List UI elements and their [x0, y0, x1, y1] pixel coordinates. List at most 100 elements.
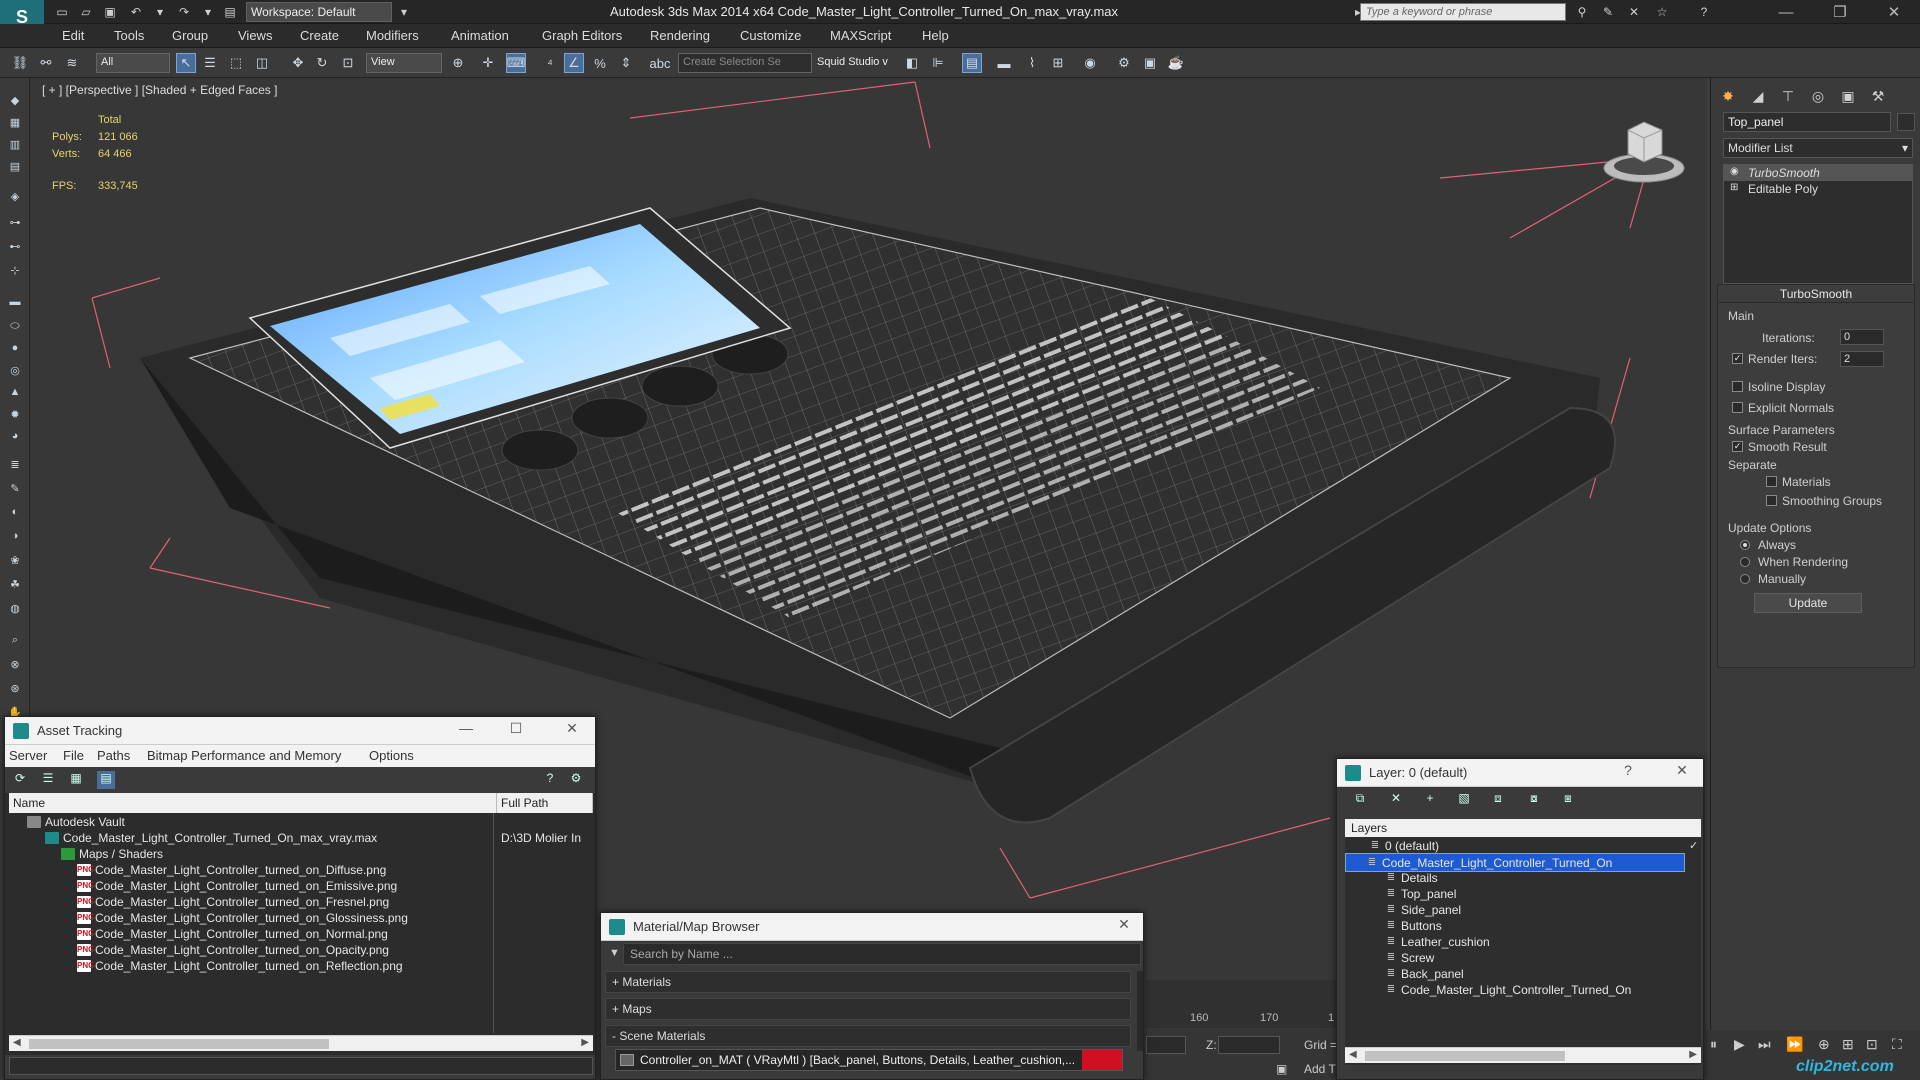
scene-material-item[interactable]: Controller_on_MAT ( VRayMtl ) [Back_pane…	[615, 1049, 1123, 1071]
cylinder-icon[interactable]: ⬭	[7, 318, 23, 334]
rect-selection-icon[interactable]: ⬚	[226, 53, 246, 73]
edit-tool-icon[interactable]: ▥	[7, 136, 23, 152]
time-slider-area[interactable]: 160 170 1	[1146, 980, 1336, 1028]
restore-icon[interactable]: ❐	[1818, 0, 1862, 24]
stack-item-turbosmooth[interactable]: ◉ TurboSmooth	[1724, 165, 1912, 181]
edit-named-selection-icon[interactable]: abc	[650, 53, 671, 73]
isoline-display-checkbox[interactable]	[1732, 381, 1743, 392]
hierarchy-tab-icon[interactable]: ⊤	[1775, 84, 1801, 108]
delete-layer-icon[interactable]: ✕	[1387, 791, 1405, 809]
menu-graph-editors[interactable]: Graph Editors	[542, 28, 622, 43]
menu-options[interactable]: Options	[369, 748, 414, 763]
create-tool-icon[interactable]: ◆	[7, 92, 23, 108]
selection-filter-dropdown[interactable]: All	[96, 53, 170, 73]
spinner-snap-icon[interactable]: ⇕	[616, 53, 636, 73]
cone-icon[interactable]: ▲	[7, 384, 23, 400]
always-radio[interactable]	[1740, 540, 1750, 550]
menu-file[interactable]: File	[63, 748, 84, 763]
browser-options-icon[interactable]: ▼	[609, 947, 620, 959]
object-name-field[interactable]: Top_panel	[1723, 112, 1891, 132]
turbosmooth-rollout-title[interactable]: TurboSmooth	[1718, 285, 1914, 303]
align-icon[interactable]: ⊫	[928, 53, 948, 73]
keyboard-shortcut-icon[interactable]: ⌨	[506, 53, 526, 73]
field-of-view-icon[interactable]: ⊡	[1866, 1036, 1878, 1053]
sphere-icon[interactable]: ●	[7, 340, 23, 356]
close-icon[interactable]: ✕	[1872, 0, 1916, 24]
add-to-layer-icon[interactable]: +	[1421, 791, 1439, 809]
maximize-viewport-icon[interactable]: ⛶	[1892, 1036, 1902, 1053]
menu-rendering[interactable]: Rendering	[650, 28, 710, 43]
menu-tools[interactable]: Tools	[114, 28, 144, 43]
select-objects-in-layer-icon[interactable]: ▧	[1455, 791, 1473, 809]
create-tab-icon[interactable]: ✸	[1715, 84, 1741, 108]
snaps-toggle-icon[interactable]: ⁴	[540, 53, 560, 73]
next-frame-icon[interactable]: ⏭	[1758, 1036, 1771, 1053]
key-filter-icon[interactable]: ▣	[1276, 1062, 1287, 1076]
menu-bitmap-performance[interactable]: Bitmap Performance and Memory	[147, 748, 341, 763]
binoculars-icon[interactable]: ⚲	[1572, 3, 1592, 21]
select-manipulate-icon[interactable]: ✛	[478, 53, 498, 73]
freeze-all-icon[interactable]: ⧆	[1559, 791, 1577, 809]
undo-icon[interactable]: ↶	[126, 3, 146, 21]
geometry-tool-icon[interactable]: ▤	[7, 158, 23, 174]
open-icon[interactable]: ▱	[76, 3, 96, 21]
materials-group[interactable]: + Materials	[605, 971, 1131, 993]
close-icon[interactable]: ✕	[557, 720, 587, 740]
thumbnail-view-icon[interactable]: ▦	[67, 771, 85, 789]
menu-modifiers[interactable]: Modifiers	[366, 28, 419, 43]
goto-end-icon[interactable]: ⏩	[1786, 1036, 1803, 1053]
reference-coordinate-dropdown[interactable]: View	[366, 53, 442, 73]
freeform-icon[interactable]: ❀	[7, 552, 23, 568]
highlight-layer-icon[interactable]: ⧈	[1489, 791, 1507, 809]
zoom-icon[interactable]: ⌕	[7, 632, 23, 648]
scrollbar-thumb[interactable]	[29, 1039, 329, 1049]
menu-server[interactable]: Server	[9, 748, 47, 763]
render-setup-icon[interactable]: ⚙	[1114, 53, 1134, 73]
light-bulb-icon[interactable]: ◉	[1730, 166, 1739, 177]
menu-maxscript[interactable]: MAXScript	[830, 28, 891, 43]
asset-tracking-titlebar[interactable]: Asset Tracking — ☐ ✕	[5, 717, 595, 745]
modifier-icon[interactable]: ≣	[7, 456, 23, 472]
menu-edit[interactable]: Edit	[62, 28, 84, 43]
material-browser-titlebar[interactable]: Material/Map Browser ✕	[601, 913, 1143, 941]
scene-materials-group[interactable]: - Scene Materials	[605, 1025, 1131, 1047]
angle-snap-icon[interactable]: ∠	[564, 53, 584, 73]
utilities-tab-icon[interactable]: ⚒	[1865, 84, 1891, 108]
minimize-icon[interactable]: —	[1764, 0, 1808, 24]
save-icon[interactable]: ▣	[100, 3, 120, 21]
menu-views[interactable]: Views	[238, 28, 272, 43]
teapot-icon[interactable]: ◕	[7, 428, 23, 444]
zoom-extents-icon[interactable]: ⊕	[1818, 1036, 1830, 1053]
unlink-icon[interactable]: ⚯	[36, 53, 56, 73]
column-header-name[interactable]: Name	[9, 793, 497, 813]
populate-icon[interactable]: ◍	[7, 600, 23, 616]
scale-icon[interactable]: ⊡	[338, 53, 358, 73]
layer-horizontal-scrollbar[interactable]: ◀ ▶	[1345, 1047, 1701, 1063]
layer-manager-icon[interactable]: ▤	[962, 53, 982, 73]
sub-object-icon[interactable]: ◈	[7, 188, 23, 204]
rendered-frame-window-icon[interactable]: ▣	[1140, 53, 1160, 73]
modify-tab-icon[interactable]: ◢	[1745, 84, 1771, 108]
workspace-arrow-icon[interactable]: ▾	[394, 3, 414, 21]
close-icon[interactable]: ✕	[1667, 762, 1697, 782]
percent-snap-icon[interactable]: %	[590, 53, 610, 73]
torus-icon[interactable]: ◎	[7, 362, 23, 378]
layer-scrollbar-thumb[interactable]	[1365, 1051, 1565, 1061]
material-editor-icon[interactable]: ◉	[1080, 53, 1100, 73]
window-crossing-icon[interactable]: ◫	[252, 53, 272, 73]
scroll-left-icon[interactable]: ◀	[13, 1037, 21, 1048]
separate-materials-checkbox[interactable]	[1766, 476, 1777, 487]
schematic-view-icon[interactable]: ⊞	[1048, 53, 1068, 73]
z-coord-field[interactable]	[1218, 1036, 1280, 1054]
pivot-center-icon[interactable]: ⊕	[448, 53, 468, 73]
asset-row[interactable]: PNG Code_Master_Light_Controller_turned_o…	[5, 957, 595, 976]
help-icon[interactable]: ?	[1613, 762, 1643, 782]
orbit-icon[interactable]: ⊛	[7, 680, 23, 696]
maximize-icon[interactable]: ☐	[501, 720, 531, 740]
link-icon[interactable]: ⛓	[10, 53, 30, 73]
menu-customize[interactable]: Customize	[740, 28, 801, 43]
favorites-star-icon[interactable]: ☆	[1652, 3, 1672, 21]
menu-group[interactable]: Group	[172, 28, 208, 43]
render-iters-checkbox[interactable]: ✓	[1732, 353, 1743, 364]
sculpt-icon[interactable]: ◑	[7, 528, 23, 544]
